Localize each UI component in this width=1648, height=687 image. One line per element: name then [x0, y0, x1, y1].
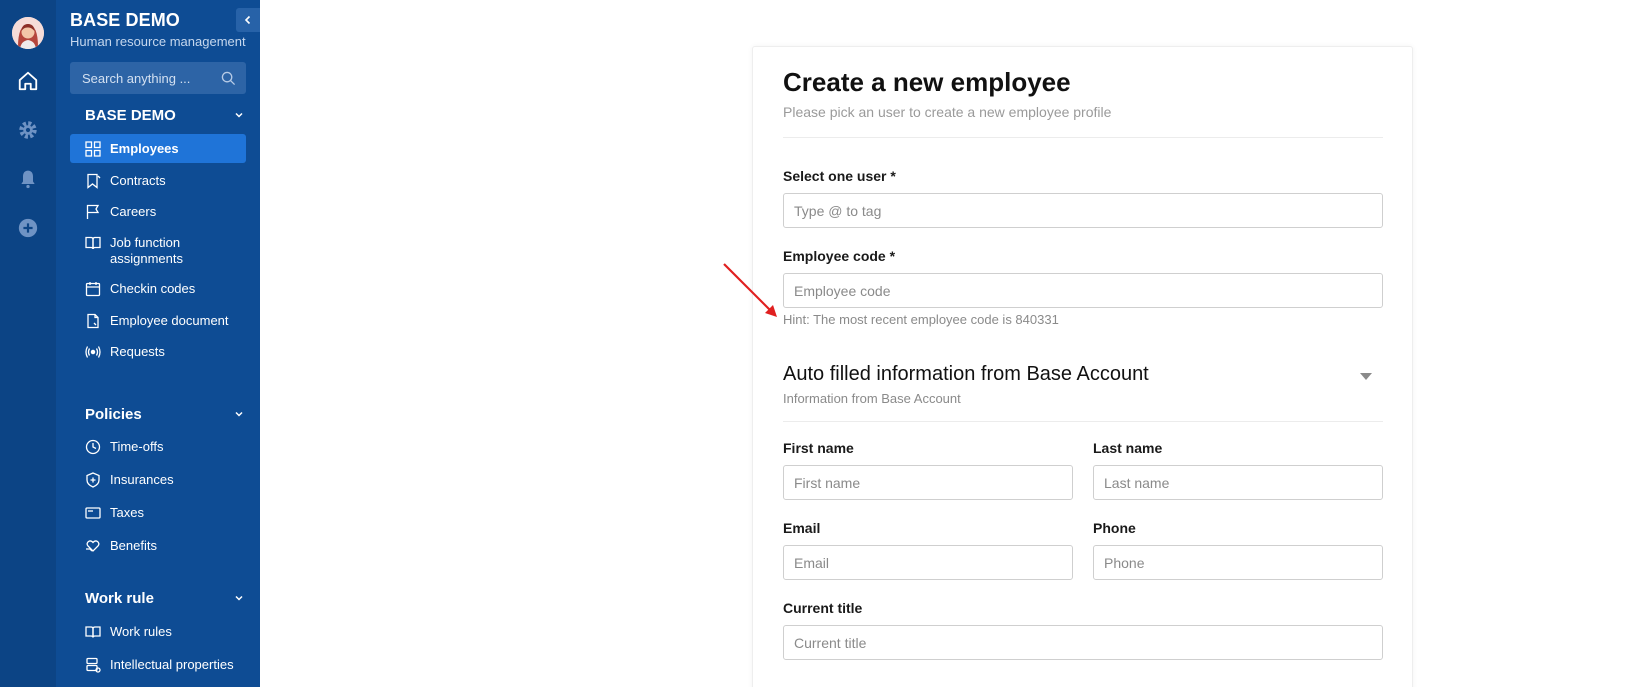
chevron-down-icon	[235, 112, 243, 118]
receipt-icon	[85, 505, 101, 521]
sidebar-item-contracts[interactable]: Contracts	[70, 173, 246, 189]
sidebar-item-employees[interactable]: Employees	[70, 134, 246, 163]
section-header-work-rule[interactable]: Work rule	[70, 587, 246, 609]
section-title: Work rule	[85, 589, 154, 607]
create-employee-card: Create a new employee Please pick an use…	[752, 46, 1413, 687]
email-label: Email	[783, 520, 821, 536]
sidebar-item-insurances[interactable]: Insurances	[70, 472, 246, 488]
search-placeholder: Search anything ...	[82, 70, 191, 86]
last-name-label: Last name	[1093, 440, 1163, 456]
sidebar-item-careers[interactable]: Careers	[70, 204, 246, 220]
sidebar: BASE DEMO Human resource management Sear…	[56, 0, 260, 687]
gear-icon[interactable]	[15, 117, 41, 143]
sidebar-item-requests[interactable]: Requests	[70, 344, 246, 360]
file-icon	[85, 313, 101, 329]
sidebar-item-label: Careers	[110, 204, 157, 219]
shield-icon	[85, 472, 101, 488]
document-icon	[85, 173, 101, 189]
select-user-input[interactable]	[783, 193, 1383, 228]
phone-label: Phone	[1093, 520, 1136, 536]
clock-icon	[85, 439, 101, 455]
open-book-icon	[85, 624, 101, 640]
org-name: BASE DEMO	[70, 10, 180, 30]
employee-code-label: Employee code *	[783, 248, 896, 264]
employee-code-input[interactable]	[783, 273, 1383, 308]
sidebar-item-label: Work rules	[110, 624, 172, 639]
chevron-down-icon	[235, 411, 243, 417]
section-toggle-button[interactable]	[1359, 370, 1373, 384]
broadcast-icon	[85, 344, 101, 360]
home-icon[interactable]	[15, 68, 41, 94]
org-subtitle: Human resource management	[70, 34, 246, 49]
sidebar-item-intellectual-properties[interactable]: Intellectual properties	[70, 657, 246, 673]
chevron-down-icon	[235, 595, 243, 601]
sidebar-item-employee-document[interactable]: Employee document	[70, 313, 246, 329]
page-subtitle: Please pick an user to create a new empl…	[783, 104, 1112, 120]
employee-code-hint: Hint: The most recent employee code is 8…	[783, 312, 1059, 327]
auto-filled-section-subtitle: Information from Base Account	[783, 391, 961, 406]
search-input[interactable]: Search anything ...	[70, 62, 246, 94]
sidebar-item-label: Job function assignments	[110, 235, 183, 266]
grid-icon	[85, 140, 101, 157]
sidebar-item-label: Contracts	[110, 173, 166, 188]
icon-rail	[0, 0, 56, 687]
current-title-label: Current title	[783, 600, 863, 616]
flag-icon	[85, 204, 101, 220]
caret-down-icon	[1360, 373, 1372, 380]
sidebar-item-time-offs[interactable]: Time-offs	[70, 439, 246, 455]
section-title: Policies	[85, 405, 142, 423]
sidebar-item-label: Taxes	[110, 505, 144, 520]
collapse-sidebar-button[interactable]	[236, 8, 260, 32]
sidebar-item-label: Requests	[110, 344, 165, 359]
annotation-arrow	[723, 263, 777, 317]
book-icon	[85, 235, 101, 251]
calendar-icon	[85, 281, 101, 297]
section-title: BASE DEMO	[85, 106, 176, 124]
auto-filled-section-title: Auto filled information from Base Accoun…	[783, 363, 1149, 385]
sidebar-item-label: Employee document	[110, 313, 229, 328]
sidebar-item-label: Intellectual properties	[110, 657, 234, 672]
page-title: Create a new employee	[783, 67, 1071, 97]
first-name-label: First name	[783, 440, 854, 456]
search-icon	[221, 71, 236, 85]
sidebar-item-taxes[interactable]: Taxes	[70, 505, 246, 521]
divider	[783, 137, 1383, 138]
divider	[783, 421, 1383, 422]
sidebar-item-work-rules[interactable]: Work rules	[70, 624, 246, 640]
sidebar-item-label: Time-offs	[110, 439, 164, 454]
sidebar-item-label: Employees	[110, 140, 179, 156]
sidebar-item-label: Checkin codes	[110, 281, 196, 296]
section-header-base-demo[interactable]: BASE DEMO	[70, 104, 246, 126]
sidebar-item-checkin-codes[interactable]: Checkin codes	[70, 281, 246, 297]
bell-icon[interactable]	[15, 166, 41, 192]
email-field[interactable]	[783, 545, 1073, 580]
chevron-left-icon	[244, 15, 251, 25]
select-user-label: Select one user *	[783, 168, 896, 184]
last-name-input[interactable]	[1093, 465, 1383, 500]
sidebar-item-job-function-assignments[interactable]: Job function assignments	[70, 235, 246, 267]
stack-icon	[85, 657, 101, 673]
section-header-policies[interactable]: Policies	[70, 403, 246, 425]
add-circle-icon[interactable]	[15, 215, 41, 241]
avatar[interactable]	[12, 17, 44, 49]
first-name-input[interactable]	[783, 465, 1073, 500]
heart-hand-icon	[85, 538, 101, 554]
sidebar-item-label: Insurances	[110, 472, 174, 487]
sidebar-item-label: Benefits	[110, 538, 157, 553]
phone-field[interactable]	[1093, 545, 1383, 580]
sidebar-item-benefits[interactable]: Benefits	[70, 538, 246, 554]
current-title-input[interactable]	[783, 625, 1383, 660]
